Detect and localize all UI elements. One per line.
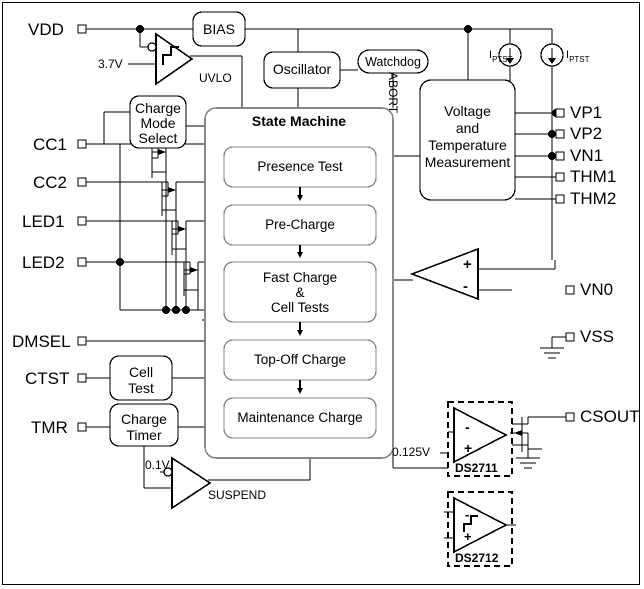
ds2711-plus-sign: + xyxy=(464,440,473,456)
pin-label-thm1: THM1 xyxy=(570,167,617,186)
pin-label-ctst: CTST xyxy=(25,369,70,388)
pin-label-tmr: TMR xyxy=(31,418,68,437)
block-label-voltage-temp-line2: and xyxy=(455,120,480,136)
signal-label-abort: ABORT xyxy=(386,72,400,114)
block-label-voltage-temp-line3: Temperature xyxy=(428,137,507,153)
state-fast-charge-line1: Fast Charge xyxy=(262,270,338,285)
block-label-charge-mode-select-line3: Select xyxy=(138,130,178,146)
ds2711-minus-sign: - xyxy=(465,419,470,435)
block-label-oscillator: Oscillator xyxy=(272,61,332,77)
ds2712-label: DS2712 xyxy=(455,551,499,565)
block-label-charge-timer-line1: Charge xyxy=(121,411,167,427)
threshold-label-csout: 0.125V xyxy=(392,445,431,459)
pin-label-led2: LED2 xyxy=(22,253,65,272)
pin-label-thm2: THM2 xyxy=(570,189,617,208)
pin-label-csout: CSOUT xyxy=(580,407,640,426)
state-machine-title: State Machine xyxy=(251,113,347,129)
pin-label-vss: VSS xyxy=(580,327,615,346)
threshold-label-suspend: 0.1V xyxy=(145,458,170,472)
block-label-charge-timer-line2: Timer xyxy=(126,427,162,443)
state-fast-charge-line2: & xyxy=(295,285,305,300)
vn0-comparator-plus-sign: + xyxy=(463,256,472,273)
pin-label-led1: LED1 xyxy=(22,212,65,231)
pin-label-vp1: VP1 xyxy=(570,103,603,122)
iptst-left-subscript: PTST xyxy=(492,55,513,65)
state-top-off-charge: Top-Off Charge xyxy=(253,352,347,367)
current-source-label-left: IPTST xyxy=(489,46,513,64)
block-label-charge-mode-select-line2: Mode xyxy=(140,115,176,131)
ds2711-label: DS2711 xyxy=(455,461,498,475)
pin-label-cc1: CC1 xyxy=(33,135,68,154)
current-source-label-right: IPTST xyxy=(566,46,590,64)
state-maintenance-charge: Maintenance Charge xyxy=(237,410,363,425)
state-presence-test: Presence Test xyxy=(257,159,343,174)
pin-label-vn1: VN1 xyxy=(570,146,604,165)
pin-label-vn0: VN0 xyxy=(580,280,614,299)
state-fast-charge-line3: Cell Tests xyxy=(270,300,330,315)
block-label-voltage-temp-line1: Voltage xyxy=(444,103,491,119)
block-label-bias: BIAS xyxy=(203,21,235,37)
iptst-right-subscript: PTST xyxy=(569,55,590,65)
block-label-voltage-temp-line4: Measurement xyxy=(424,154,511,170)
vn0-comparator-minus-sign: - xyxy=(463,278,468,295)
threshold-label-uvlo: 3.7V xyxy=(98,57,123,71)
block-label-cell-test-line1: Cell xyxy=(128,364,154,380)
pin-label-vdd: VDD xyxy=(28,20,64,39)
pin-label-dmsel: DMSEL xyxy=(12,332,71,351)
block-label-watchdog: Watchdog xyxy=(365,55,421,69)
signal-label-uvlo: UVLO xyxy=(199,71,232,85)
pin-label-cc2: CC2 xyxy=(33,173,68,192)
block-label-cell-test-line2: Test xyxy=(128,380,154,396)
state-pre-charge: Pre-Charge xyxy=(265,217,335,232)
ds2712-minus-sign: - xyxy=(465,507,470,522)
block-label-charge-mode-select-line1: Charge xyxy=(135,100,181,116)
pin-label-vp2: VP2 xyxy=(570,124,603,143)
block-diagram-canvas: VDD CC1 CC2 LED1 LED2 DMSEL CTST TMR VP1… xyxy=(0,0,644,589)
ds2712-plus-sign: + xyxy=(464,529,472,544)
signal-label-suspend: SUSPEND xyxy=(208,488,267,502)
